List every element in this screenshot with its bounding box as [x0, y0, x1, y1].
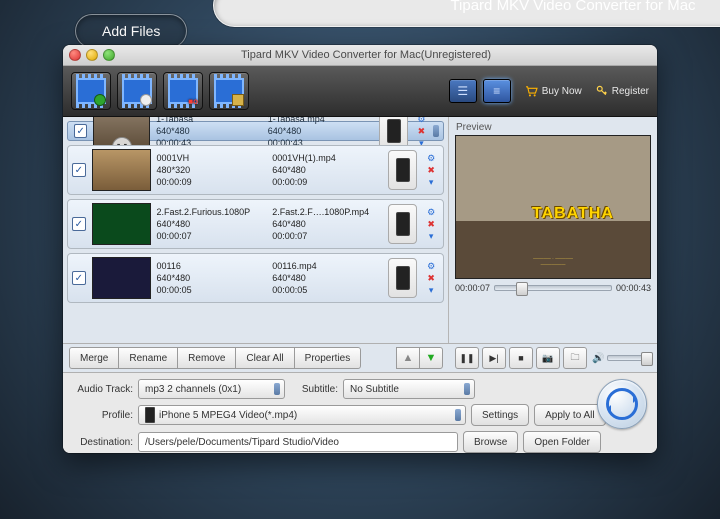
- callout-app-name: Tipard MKV Video Converter for Mac: [213, 0, 720, 27]
- settings-icon[interactable]: ⚙: [427, 207, 435, 217]
- list-item[interactable]: ✓ 00116640*48000:00:05 00116.mp4640*4800…: [67, 253, 444, 303]
- row-checkbox[interactable]: ✓: [74, 124, 87, 138]
- buy-now-label: Buy Now: [542, 86, 582, 97]
- settings-icon[interactable]: ⚙: [427, 261, 435, 271]
- next-button[interactable]: ▶|: [482, 347, 506, 369]
- apply-to-all-button[interactable]: Apply to All: [534, 404, 605, 426]
- row-checkbox[interactable]: ✓: [72, 271, 86, 285]
- close-icon[interactable]: [69, 49, 81, 61]
- main-toolbar: ■o ☰ ≡ Buy Now Register: [63, 66, 657, 117]
- device-selector[interactable]: [388, 150, 417, 190]
- stop-button[interactable]: ■: [509, 347, 533, 369]
- move-up-button[interactable]: ▲: [396, 347, 420, 369]
- subtitle-select[interactable]: No Subtitle: [343, 379, 475, 399]
- convert-button[interactable]: [597, 379, 647, 429]
- expand-icon[interactable]: ▾: [429, 231, 434, 241]
- settings-icon[interactable]: ⚙: [427, 153, 435, 163]
- register-label: Register: [612, 86, 649, 97]
- view-list-button[interactable]: ☰: [449, 79, 477, 103]
- device-selector[interactable]: [388, 204, 417, 244]
- row-checkbox[interactable]: ✓: [72, 217, 86, 231]
- settings-button[interactable]: Settings: [471, 404, 529, 426]
- list-item[interactable]: ✓ 2.Fast.2.Furious.1080P640*48000:00:07 …: [67, 199, 444, 249]
- device-selector[interactable]: [388, 258, 417, 298]
- thumbnail: [92, 257, 151, 299]
- browse-button[interactable]: Browse: [463, 431, 518, 453]
- volume-slider[interactable]: [607, 355, 651, 361]
- settings-icon[interactable]: ⚙: [417, 117, 425, 124]
- remove-icon[interactable]: ✖: [418, 126, 426, 136]
- callout-add-files: Add Files: [75, 14, 187, 48]
- profile-label: Profile:: [71, 410, 133, 421]
- audio-track-select[interactable]: mp3 2 channels (0x1): [138, 379, 285, 399]
- title-bar: Tipard MKV Video Converter for Mac(Unreg…: [63, 45, 657, 66]
- open-folder-button[interactable]: Open Folder: [523, 431, 601, 453]
- remove-button[interactable]: Remove: [177, 347, 236, 369]
- crop-button[interactable]: [209, 72, 249, 110]
- destination-field[interactable]: /Users/pele/Documents/Tipard Studio/Vide…: [138, 432, 458, 452]
- window-title: Tipard MKV Video Converter for Mac(Unreg…: [81, 49, 651, 61]
- time-total: 00:00:43: [616, 283, 651, 293]
- edit-button[interactable]: [117, 72, 157, 110]
- register-link[interactable]: Register: [596, 85, 649, 97]
- subtitle-label: Subtitle:: [290, 384, 338, 395]
- remove-icon[interactable]: ✖: [427, 165, 435, 175]
- file-list: ✓ ❚❚ 1-Tabasa640*48000:00:43 1-Tabasa.mp…: [63, 117, 449, 343]
- move-down-button[interactable]: ▼: [419, 347, 443, 369]
- preview-movie-title: TABATHA: [532, 205, 614, 223]
- profile-select[interactable]: iPhone 5 MPEG4 Video(*.mp4): [138, 405, 466, 425]
- list-actions: Merge Rename Remove Clear All Properties…: [63, 343, 449, 373]
- remove-icon[interactable]: ✖: [427, 273, 435, 283]
- time-current: 00:00:07: [455, 283, 490, 293]
- preview-label: Preview: [456, 122, 651, 133]
- row-checkbox[interactable]: ✓: [72, 163, 86, 177]
- view-detail-button[interactable]: ≡: [483, 79, 511, 103]
- expand-icon[interactable]: ▾: [429, 285, 434, 295]
- audio-track-label: Audio Track:: [71, 384, 133, 395]
- app-window: Tipard MKV Video Converter for Mac(Unreg…: [63, 45, 657, 453]
- snapshot-button[interactable]: 📷: [536, 347, 560, 369]
- list-item[interactable]: ✓ 0001VH480*32000:00:09 0001VH(1).mp4640…: [67, 145, 444, 195]
- merge-button[interactable]: Merge: [69, 347, 119, 369]
- buy-now-link[interactable]: Buy Now: [525, 86, 582, 97]
- list-item[interactable]: ✓ ❚❚ 1-Tabasa640*48000:00:43 1-Tabasa.mp…: [67, 121, 444, 141]
- rename-button[interactable]: Rename: [118, 347, 178, 369]
- thumbnail: [92, 203, 151, 245]
- volume-icon: 🔊: [592, 353, 604, 364]
- preview-credits: ───── · ────────────: [456, 256, 650, 268]
- playback-controls: ❚❚ ▶| ■ 📷 🗀 🔊: [449, 343, 657, 373]
- preview-panel: Preview TABATHA ───── · ──────────── 00:…: [449, 117, 657, 343]
- trim-button[interactable]: ■o: [163, 72, 203, 110]
- pause-button[interactable]: ❚❚: [455, 347, 479, 369]
- settings-form: Audio Track: mp3 2 channels (0x1) Subtit…: [63, 373, 657, 453]
- folder-button[interactable]: 🗀: [563, 347, 587, 369]
- expand-icon[interactable]: ▾: [429, 177, 434, 187]
- seek-slider[interactable]: [494, 285, 612, 291]
- remove-icon[interactable]: ✖: [427, 219, 435, 229]
- add-files-button[interactable]: [71, 72, 111, 110]
- preview-screen: TABATHA ───── · ────────────: [455, 135, 651, 279]
- thumbnail: [92, 149, 151, 191]
- destination-label: Destination:: [71, 437, 133, 448]
- properties-button[interactable]: Properties: [294, 347, 362, 369]
- clear-all-button[interactable]: Clear All: [235, 347, 294, 369]
